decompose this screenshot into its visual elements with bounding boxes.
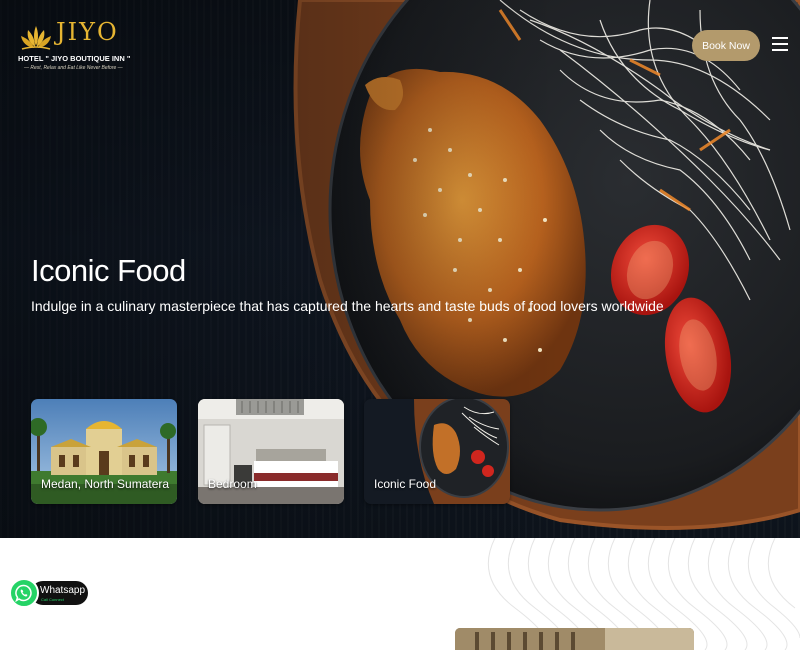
- logo-tagline: — Rest, Relax and Eat Like Never Before …: [24, 65, 123, 71]
- card-label: Medan, North Sumatera: [41, 477, 170, 491]
- card-label: Bedroom: [208, 477, 257, 491]
- slide-card-iconic-food[interactable]: Iconic Food: [364, 399, 510, 504]
- hero-banner: JIYO HOTEL " JIYO BOUTIQUE INN " — Rest,…: [0, 0, 800, 538]
- whatsapp-sublabel: Call Connect: [41, 597, 64, 602]
- slide-card-medan[interactable]: Medan, North Sumatera: [31, 399, 177, 504]
- section-photo: [455, 628, 694, 650]
- logo-hotel-name: HOTEL " JIYO BOUTIQUE INN ": [18, 54, 131, 63]
- whatsapp-icon: [9, 578, 39, 608]
- slide-card-bedroom[interactable]: Bedroom: [198, 399, 344, 504]
- card-label: Iconic Food: [374, 477, 437, 491]
- hero-title: Iconic Food: [31, 253, 186, 288]
- logo-wordmark: JIYO: [56, 18, 119, 46]
- hamburger-menu-icon[interactable]: [772, 37, 788, 53]
- whatsapp-button[interactable]: Whatsapp Call Connect: [9, 578, 88, 608]
- whatsapp-label: Whatsapp: [40, 585, 86, 596]
- lotus-logo-icon: [21, 26, 51, 50]
- book-now-button[interactable]: Book Now: [692, 30, 760, 61]
- hotel-logo[interactable]: JIYO HOTEL " JIYO BOUTIQUE INN " — Rest,…: [18, 18, 130, 74]
- hero-subtitle: Indulge in a culinary masterpiece that h…: [31, 298, 664, 314]
